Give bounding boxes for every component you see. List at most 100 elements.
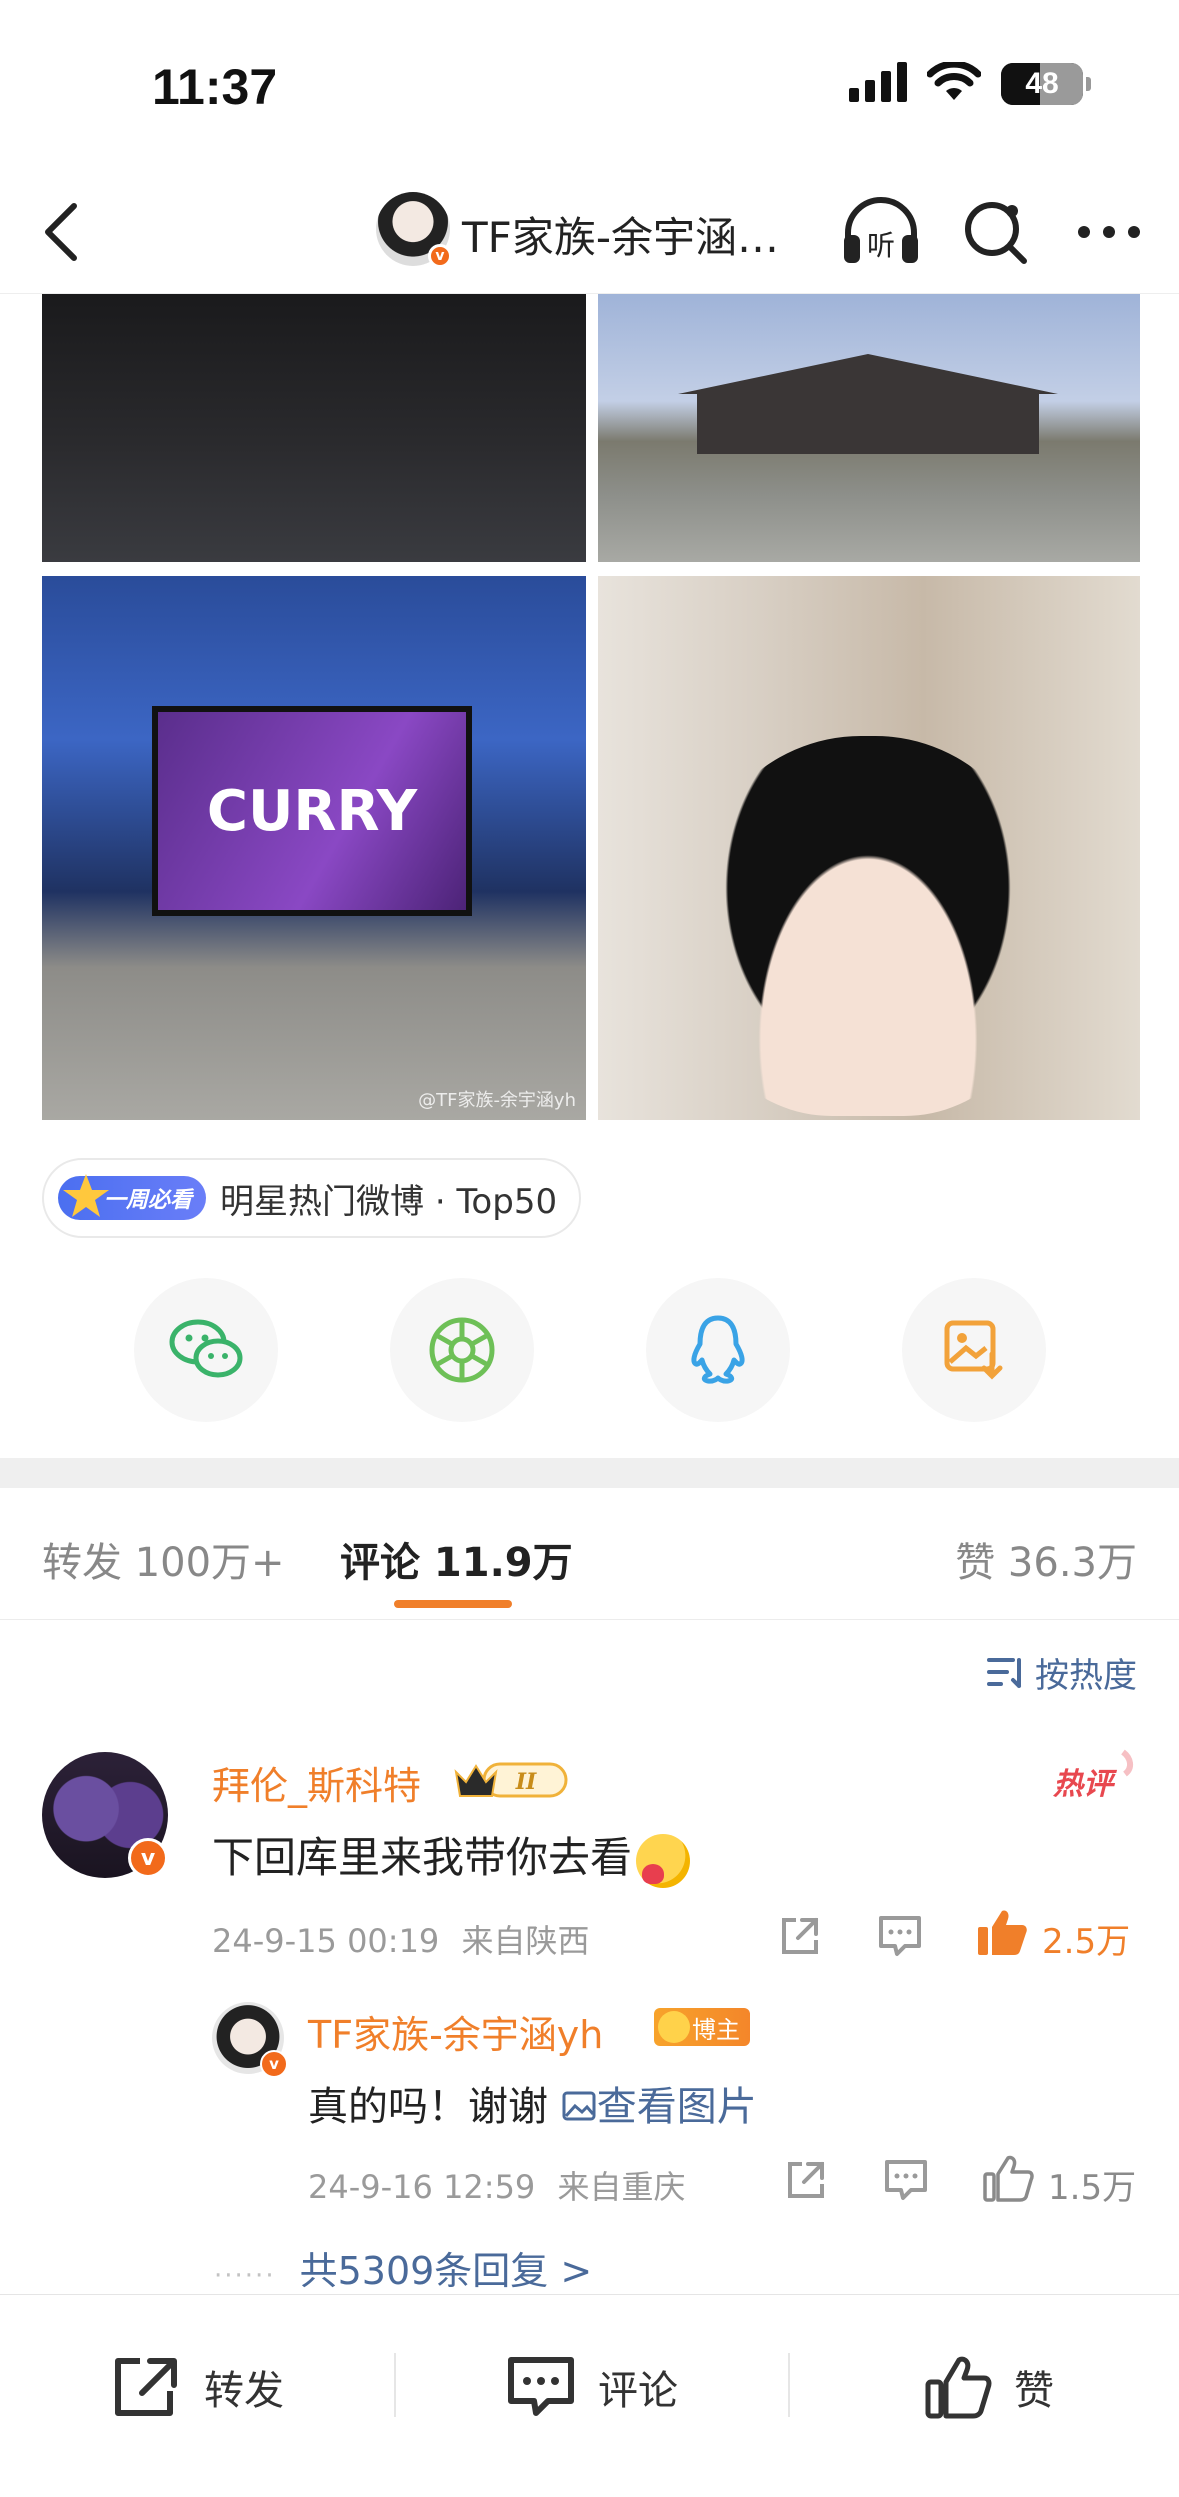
- thumbs-up-icon: [983, 2155, 1034, 2202]
- weekly-badge: 一周必看: [58, 1174, 207, 1220]
- svg-text:听: 听: [867, 229, 895, 262]
- back-button[interactable]: [30, 200, 94, 264]
- photo-watermark: @TF家族-余宇涵yh: [418, 1090, 576, 1111]
- dotted-line: ······: [214, 2261, 276, 2291]
- hot-comment-badge: 热评: [1052, 1749, 1133, 1802]
- share-out-icon: [788, 2162, 824, 2198]
- wechat-icon: [169, 1319, 243, 1378]
- reply-author-name[interactable]: TF家族-余宇涵yh: [308, 2004, 603, 2059]
- reply-author-avatar[interactable]: v: [212, 2002, 288, 2078]
- weekly-badge-label: 一周必看: [104, 1188, 193, 1213]
- moments-icon: [429, 1317, 495, 1383]
- headphones-icon: 听: [844, 197, 918, 263]
- comment-label: 评论: [598, 2368, 678, 2414]
- signal-icon: [849, 62, 907, 106]
- comment-button[interactable]: 评论: [506, 2347, 678, 2427]
- crown-icon: [658, 2011, 690, 2043]
- verified-badge-icon: v: [428, 244, 452, 268]
- bottom-action-bar: 转发 评论 赞: [0, 2294, 1179, 2497]
- view-image-link[interactable]: 查看图片: [561, 2084, 757, 2130]
- chevron-left-icon: [45, 203, 77, 261]
- thumbs-up-filled-icon: [978, 1910, 1027, 1955]
- image-icon: [562, 2091, 596, 2121]
- comment-location: 来自陕西: [461, 1922, 590, 1960]
- status-icons: 48: [849, 60, 1091, 106]
- more-replies-label: 共5309条回复 >: [299, 2249, 593, 2293]
- repost-button[interactable]: 转发: [112, 2347, 284, 2427]
- save-image-icon: [944, 1320, 1003, 1380]
- share-wechat-button[interactable]: [134, 1278, 278, 1422]
- sort-by-hot-button[interactable]: 按热度: [987, 1648, 1137, 1697]
- top50-tag[interactable]: 一周必看 明星热门微博 · Top50: [42, 1158, 582, 1238]
- more-button[interactable]: [1067, 190, 1151, 274]
- divider: [788, 2353, 790, 2417]
- view-image-label: 查看图片: [596, 2084, 757, 2130]
- reply-share-button[interactable]: [776, 2150, 836, 2210]
- status-time: 11:37: [152, 59, 278, 115]
- comment-like-count: 2.5万: [1042, 1922, 1131, 1962]
- share-qq-button[interactable]: [646, 1278, 790, 1422]
- status-bar: 11:37 48: [0, 0, 1179, 170]
- comment-bubble-icon: [885, 2160, 927, 2200]
- repost-label: 转发: [204, 2368, 284, 2414]
- svg-text:II: II: [515, 1769, 537, 1795]
- selfie-face: [688, 736, 1048, 1116]
- section-divider: [0, 1458, 1179, 1488]
- divider: [394, 2353, 396, 2417]
- comment-reply-button[interactable]: [870, 1906, 930, 1966]
- sort-icon: [987, 1657, 1021, 1688]
- tab-repost[interactable]: 转发 100万+: [42, 1530, 285, 1588]
- star-icon: [63, 1174, 109, 1217]
- photo-billboard[interactable]: CURRY @TF家族-余宇涵yh: [42, 576, 586, 1120]
- blogger-badge: 博主: [654, 2008, 750, 2046]
- svg-text:热评: 热评: [1052, 1767, 1118, 1802]
- listen-button[interactable]: 听: [839, 190, 923, 274]
- battery-level: 48: [1025, 67, 1059, 100]
- repost-icon: [115, 2358, 177, 2416]
- share-out-icon: [782, 1918, 818, 1954]
- photo-night-street[interactable]: [42, 294, 586, 562]
- active-tab-indicator: [394, 1600, 512, 1608]
- share-row: [0, 1278, 1179, 1422]
- share-moments-button[interactable]: [390, 1278, 534, 1422]
- comment-bubble-icon: [879, 1916, 921, 1956]
- nav-actions: 听: [839, 190, 1151, 274]
- comment-body: 下回库里来我带你去看: [212, 1833, 633, 1882]
- battery-icon: 48: [1001, 63, 1091, 105]
- author-name[interactable]: TF家族-余宇涵…: [462, 204, 779, 265]
- comment-meta: 24-9-15 00:19 来自陕西: [212, 1916, 589, 1962]
- member-level-icon: II: [454, 1762, 568, 1798]
- reply-like-button[interactable]: [978, 2146, 1038, 2210]
- love-emoji-icon: [636, 1833, 691, 1888]
- save-image-button[interactable]: [902, 1278, 1046, 1422]
- qq-icon: [691, 1315, 745, 1384]
- reply-meta: 24-9-16 12:59 来自重庆: [308, 2162, 685, 2208]
- search-button[interactable]: [953, 190, 1037, 274]
- top50-label: 明星热门微博 · Top50: [220, 1181, 558, 1222]
- tab-like[interactable]: 赞 36.3万: [955, 1530, 1137, 1588]
- comment-like-button[interactable]: [972, 1900, 1032, 1964]
- verified-badge-icon: v: [128, 1838, 168, 1878]
- commenter-avatar[interactable]: v: [42, 1752, 168, 1878]
- comment-share-button[interactable]: [770, 1906, 830, 1966]
- like-button[interactable]: 赞: [924, 2347, 1054, 2427]
- reply-like-count: 1.5万: [1048, 2168, 1137, 2208]
- photo-museum[interactable]: [598, 294, 1140, 562]
- wifi-icon: [926, 60, 982, 106]
- tab-comment[interactable]: 评论 11.9万: [340, 1530, 573, 1588]
- reply-comment-button[interactable]: [876, 2150, 936, 2210]
- museum-building: [678, 354, 1058, 454]
- thumbs-up-icon: [925, 2356, 992, 2419]
- like-label: 赞: [1014, 2368, 1054, 2414]
- interaction-tabs: 转发 100万+ 评论 11.9万 赞 36.3万: [0, 1488, 1179, 1620]
- reply-text: 真的吗！谢谢 查看图片: [308, 2074, 757, 2132]
- commenter-name[interactable]: 拜伦_斯科特: [212, 1755, 421, 1810]
- author-avatar[interactable]: v: [376, 192, 452, 268]
- blogger-badge-label: 博主: [692, 2015, 740, 2044]
- nav-bar: v TF家族-余宇涵… 听: [0, 170, 1179, 294]
- more-dots-icon: [1078, 226, 1140, 238]
- photo-selfie[interactable]: [598, 576, 1140, 1120]
- billboard-image: CURRY: [152, 706, 472, 916]
- search-icon: [965, 202, 1027, 264]
- more-replies-link[interactable]: ······ 共5309条回复 >: [214, 2240, 592, 2295]
